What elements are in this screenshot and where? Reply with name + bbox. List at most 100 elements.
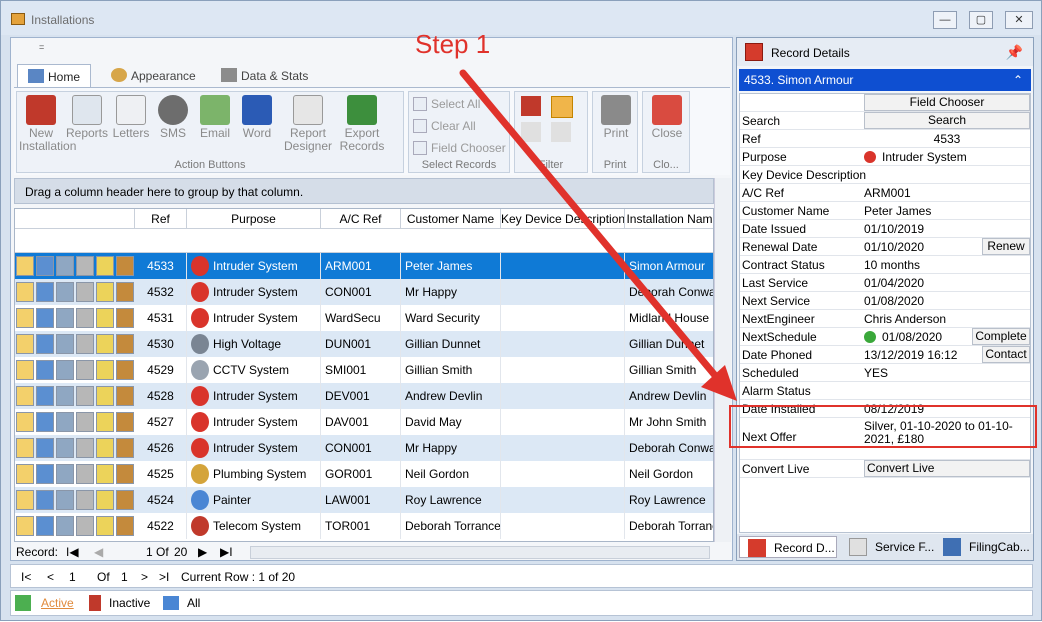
column-header-ref[interactable]: Ref bbox=[135, 209, 187, 229]
calculator-icon[interactable] bbox=[56, 360, 74, 380]
folder-icon[interactable] bbox=[116, 386, 134, 406]
add-job-icon[interactable] bbox=[96, 386, 114, 406]
folder-icon[interactable] bbox=[116, 360, 134, 380]
tab-active[interactable]: Active bbox=[41, 596, 74, 610]
column-header-ac-ref[interactable]: A/C Ref bbox=[321, 209, 401, 229]
column-header-customer-name[interactable]: Customer Name bbox=[401, 209, 501, 229]
spellcheck-icon[interactable] bbox=[551, 122, 571, 142]
edit-icon[interactable] bbox=[16, 490, 34, 510]
edit-icon[interactable] bbox=[16, 308, 34, 328]
customer-icon[interactable] bbox=[36, 360, 54, 380]
word-button[interactable]: Word bbox=[235, 95, 279, 157]
customer-icon[interactable] bbox=[36, 490, 54, 510]
pager-prev-button[interactable]: < bbox=[47, 570, 54, 584]
calculator-icon[interactable] bbox=[56, 334, 74, 354]
table-row[interactable]: 4528 Intruder System DEV001 Andrew Devlin An… bbox=[15, 383, 713, 409]
tools-icon[interactable] bbox=[76, 464, 94, 484]
next-record-button[interactable]: ▶ bbox=[198, 545, 207, 559]
folder-icon[interactable] bbox=[116, 516, 134, 536]
quick-access-toolbar[interactable]: = bbox=[39, 42, 44, 52]
folder-icon[interactable] bbox=[116, 282, 134, 302]
tools-icon[interactable] bbox=[76, 516, 94, 536]
sms-button[interactable]: SMS bbox=[151, 95, 195, 157]
folder-icon[interactable] bbox=[116, 256, 134, 276]
report-designer-button[interactable]: Report Designer bbox=[281, 95, 335, 157]
edit-icon[interactable] bbox=[16, 282, 34, 302]
collapse-icon[interactable]: ⌃ bbox=[1013, 69, 1023, 91]
add-job-icon[interactable] bbox=[96, 464, 114, 484]
side-search-button[interactable]: Search bbox=[864, 112, 1030, 129]
tools-icon[interactable] bbox=[76, 412, 94, 432]
email-button[interactable]: Email bbox=[193, 95, 237, 157]
table-row[interactable]: 4524 Painter LAW001 Roy Lawrence Roy Lawrenc… bbox=[15, 487, 713, 513]
tab-appearance[interactable]: Appearance bbox=[101, 64, 206, 88]
close-window-button[interactable]: ✕ bbox=[1005, 11, 1033, 29]
clear-all-button[interactable]: Clear All bbox=[411, 117, 476, 135]
new-installation-button[interactable]: New Installation bbox=[19, 95, 76, 157]
add-job-icon[interactable] bbox=[96, 516, 114, 536]
convert-live-button[interactable]: Convert Live bbox=[864, 460, 1030, 477]
filter-icon[interactable] bbox=[521, 96, 541, 116]
tools-icon[interactable] bbox=[76, 438, 94, 458]
tools-icon[interactable] bbox=[76, 490, 94, 510]
folder-icon[interactable] bbox=[116, 334, 134, 354]
tab-inactive[interactable]: Inactive bbox=[109, 596, 150, 610]
calculator-icon[interactable] bbox=[56, 516, 74, 536]
customer-icon[interactable] bbox=[36, 308, 54, 328]
group-by-bar[interactable]: Drag a column header here to group by th… bbox=[14, 178, 714, 204]
tools-icon[interactable] bbox=[521, 122, 541, 142]
pin-icon[interactable]: 📌 bbox=[1006, 44, 1023, 61]
tools-icon[interactable] bbox=[76, 334, 94, 354]
folder-icon[interactable] bbox=[116, 464, 134, 484]
prev-record-button[interactable]: ◀ bbox=[94, 545, 103, 559]
edit-icon[interactable] bbox=[16, 464, 34, 484]
edit-icon[interactable] bbox=[16, 438, 34, 458]
add-job-icon[interactable] bbox=[96, 360, 114, 380]
pager-next-button[interactable]: > bbox=[141, 570, 148, 584]
first-record-button[interactable]: I◀ bbox=[66, 545, 79, 559]
table-row[interactable]: 4533 Intruder System ARM001 Peter James Simo… bbox=[15, 253, 713, 279]
add-job-icon[interactable] bbox=[96, 334, 114, 354]
pager-page[interactable]: 1 bbox=[69, 570, 76, 584]
customer-icon[interactable] bbox=[36, 464, 54, 484]
tools-icon[interactable] bbox=[76, 282, 94, 302]
table-row[interactable]: 4526 Intruder System CON001 Mr Happy Deborah… bbox=[15, 435, 713, 461]
add-job-icon[interactable] bbox=[96, 282, 114, 302]
side-field-chooser-button[interactable]: Field Chooser bbox=[864, 94, 1030, 111]
edit-icon[interactable] bbox=[16, 386, 34, 406]
calculator-icon[interactable] bbox=[56, 308, 74, 328]
customer-icon[interactable] bbox=[36, 412, 54, 432]
calculator-icon[interactable] bbox=[56, 282, 74, 302]
calculator-icon[interactable] bbox=[56, 412, 74, 432]
select-all-button[interactable]: Select All bbox=[411, 95, 480, 113]
folder-icon[interactable] bbox=[116, 412, 134, 432]
close-button[interactable]: Close bbox=[645, 95, 689, 157]
tools-icon[interactable] bbox=[76, 386, 94, 406]
field-chooser-button[interactable]: Field Chooser bbox=[411, 139, 506, 157]
calculator-icon[interactable] bbox=[56, 438, 74, 458]
customer-icon[interactable] bbox=[36, 256, 54, 276]
table-row[interactable]: 4527 Intruder System DAV001 David May Mr Joh… bbox=[15, 409, 713, 435]
tab-service-form[interactable]: Service F... bbox=[841, 536, 934, 558]
tab-home[interactable]: Home bbox=[17, 64, 92, 88]
calculator-icon[interactable] bbox=[56, 490, 74, 510]
pager-last-button[interactable]: >I bbox=[159, 570, 169, 584]
pager-first-button[interactable]: I< bbox=[21, 570, 31, 584]
folder-icon[interactable] bbox=[116, 438, 134, 458]
column-header-key-device[interactable]: Key Device Description bbox=[501, 209, 625, 229]
folder-icon[interactable] bbox=[116, 490, 134, 510]
calculator-icon[interactable] bbox=[56, 256, 74, 276]
reports-button[interactable]: Reports bbox=[65, 95, 109, 157]
customer-icon[interactable] bbox=[36, 438, 54, 458]
add-job-icon[interactable] bbox=[96, 490, 114, 510]
add-job-icon[interactable] bbox=[96, 308, 114, 328]
customer-icon[interactable] bbox=[36, 282, 54, 302]
vertical-scrollbar[interactable] bbox=[714, 178, 731, 542]
horizontal-scrollbar[interactable] bbox=[250, 546, 710, 559]
last-record-button[interactable]: ▶I bbox=[220, 545, 233, 559]
edit-icon[interactable] bbox=[16, 360, 34, 380]
tools-icon[interactable] bbox=[76, 360, 94, 380]
table-row[interactable]: 4530 High Voltage DUN001 Gillian Dunnet Gill… bbox=[15, 331, 713, 357]
table-row[interactable]: 4522 Telecom System TOR001 Deborah Torrance… bbox=[15, 513, 713, 539]
tools-icon[interactable] bbox=[76, 308, 94, 328]
